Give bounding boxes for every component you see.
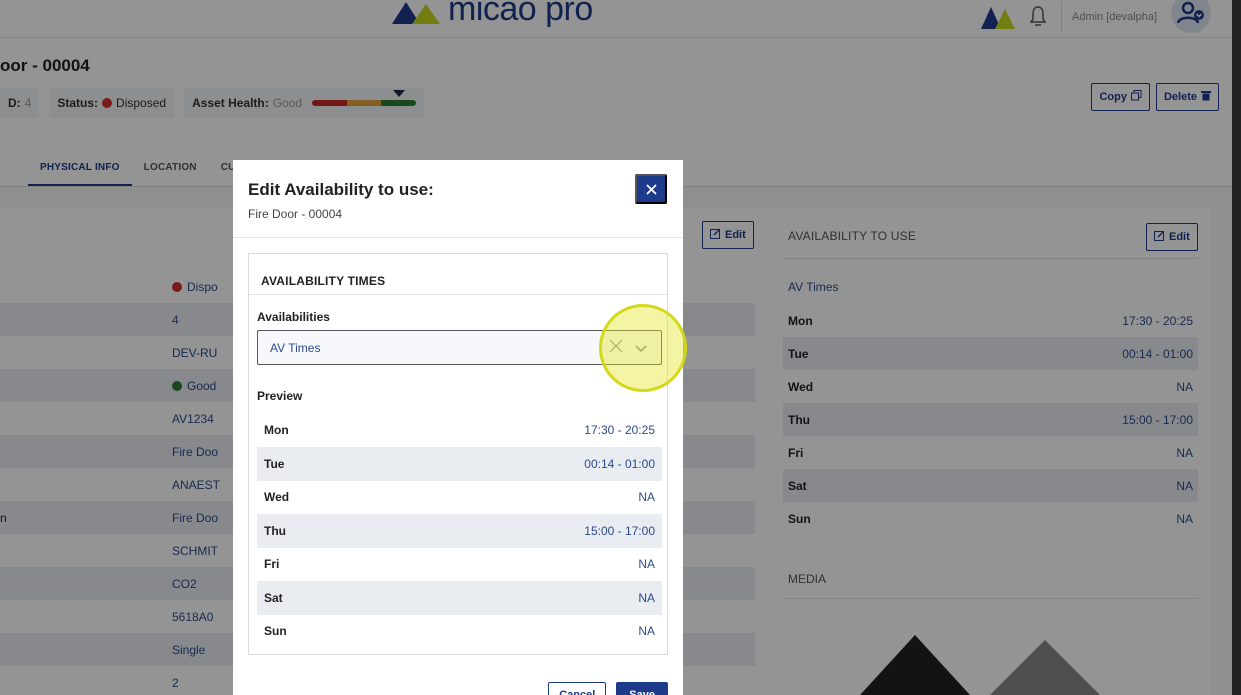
day-label: Sun — [264, 624, 287, 638]
preview-row: Tue 00:14 - 01:00 — [257, 446, 662, 481]
edit-availability-modal: Edit Availability to use: Fire Door - 00… — [233, 160, 683, 695]
availability-times-card: AVAILABILITY TIMES Availabilities AV Tim… — [248, 253, 668, 655]
preview-row: Wed NA — [257, 480, 662, 514]
time-value: NA — [638, 490, 655, 504]
select-value: AV Times — [270, 340, 321, 355]
time-value: NA — [638, 624, 655, 638]
time-value: 00:14 - 01:00 — [584, 456, 655, 471]
close-button[interactable] — [635, 174, 667, 204]
close-icon — [645, 179, 657, 200]
save-button[interactable]: Save — [616, 682, 668, 695]
time-value: NA — [638, 590, 655, 605]
modal-title: Edit Availability to use: — [248, 180, 434, 199]
day-label: Sat — [264, 590, 283, 605]
time-value: 15:00 - 17:00 — [584, 523, 655, 538]
time-value: 17:30 - 20:25 — [584, 423, 655, 437]
preview-row: Thu 15:00 - 17:00 — [257, 513, 662, 548]
preview-row: Fri NA — [257, 547, 662, 581]
availabilities-label: Availabilities — [257, 310, 330, 324]
preview-row: Sat NA — [257, 580, 662, 615]
modal-divider — [233, 237, 683, 238]
day-label: Mon — [264, 423, 289, 437]
day-label: Wed — [264, 490, 290, 504]
window-edge — [1232, 0, 1241, 695]
time-value: NA — [638, 557, 655, 571]
cancel-button[interactable]: Cancel — [548, 682, 607, 695]
day-label: Tue — [264, 456, 285, 471]
modal-subtitle: Fire Door - 00004 — [248, 207, 343, 221]
preview-row: Mon 17:30 - 20:25 — [257, 413, 662, 447]
preview-label: Preview — [257, 389, 303, 403]
day-label: Thu — [264, 523, 286, 538]
preview-row: Sun NA — [257, 614, 662, 648]
click-highlight — [599, 304, 687, 392]
day-label: Fri — [264, 557, 280, 571]
card-title: AVAILABILITY TIMES — [261, 274, 386, 288]
card-divider — [249, 294, 667, 295]
